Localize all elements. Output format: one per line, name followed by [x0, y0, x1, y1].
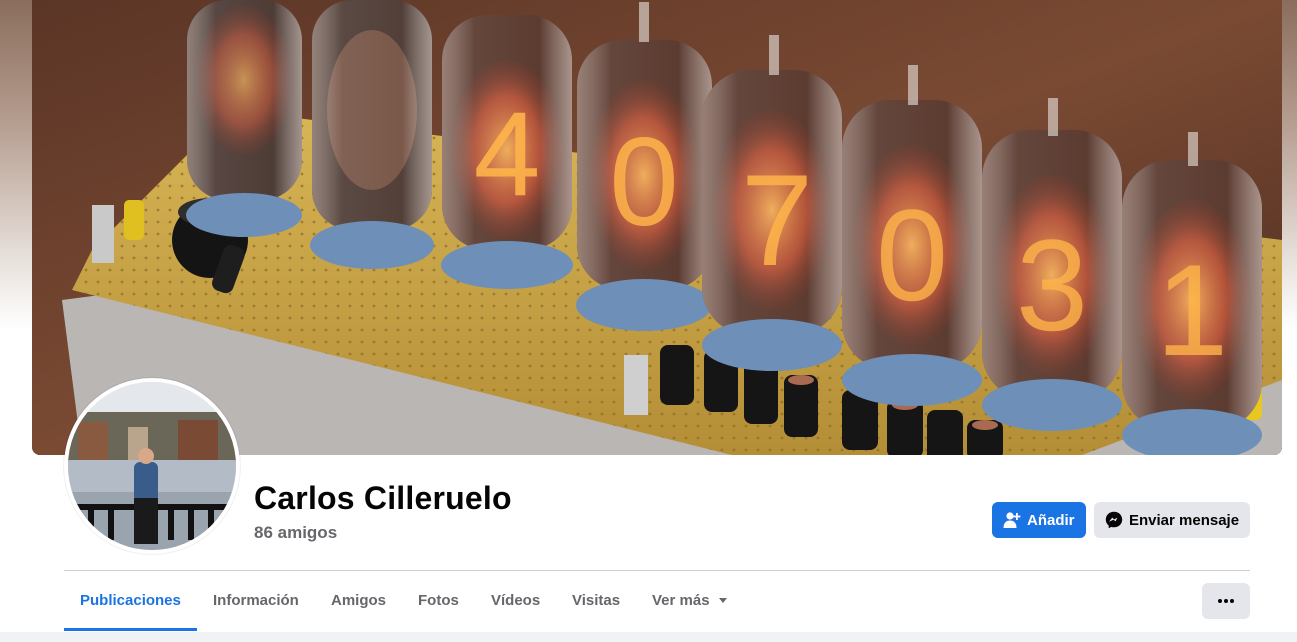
svg-text:3: 3: [1016, 212, 1088, 358]
tab-videos[interactable]: Vídeos: [491, 592, 540, 609]
tab-informacion[interactable]: Información: [213, 592, 299, 609]
active-tab-indicator: [64, 628, 197, 631]
ellipsis-icon: [1218, 599, 1234, 603]
send-message-label: Enviar mensaje: [1129, 511, 1240, 529]
svg-text:4: 4: [474, 87, 541, 221]
add-friend-label: Añadir: [1027, 511, 1075, 529]
tab-ver-mas[interactable]: Ver más: [652, 592, 727, 609]
more-options-button[interactable]: [1202, 583, 1250, 619]
messenger-icon: [1105, 511, 1123, 529]
profile-name: Carlos Cilleruelo: [254, 480, 512, 516]
person-plus-icon: [1003, 512, 1021, 528]
profile-picture: [68, 382, 236, 550]
cover-photo[interactable]: 4 0 7 0 3 1: [32, 0, 1282, 455]
add-friend-button[interactable]: Añadir: [992, 502, 1086, 538]
tab-ver-mas-label: Ver más: [652, 592, 710, 609]
profile-avatar[interactable]: [64, 378, 240, 554]
tab-amigos[interactable]: Amigos: [331, 592, 386, 609]
send-message-button[interactable]: Enviar mensaje: [1094, 502, 1250, 538]
caret-down-icon: [718, 597, 727, 603]
profile-page: 4 0 7 0 3 1 Carlos Cilleruelo 86 amigos …: [0, 0, 1297, 642]
svg-text:0: 0: [876, 182, 948, 328]
tab-publicaciones[interactable]: Publicaciones: [80, 592, 181, 609]
tab-fotos[interactable]: Fotos: [418, 592, 459, 609]
content-area-background: [0, 632, 1297, 642]
svg-text:7: 7: [741, 147, 813, 293]
svg-text:0: 0: [609, 113, 679, 252]
svg-text:1: 1: [1156, 237, 1228, 383]
friends-count[interactable]: 86 amigos: [254, 523, 337, 543]
tab-visitas[interactable]: Visitas: [572, 592, 620, 609]
header-divider: [64, 570, 1250, 571]
